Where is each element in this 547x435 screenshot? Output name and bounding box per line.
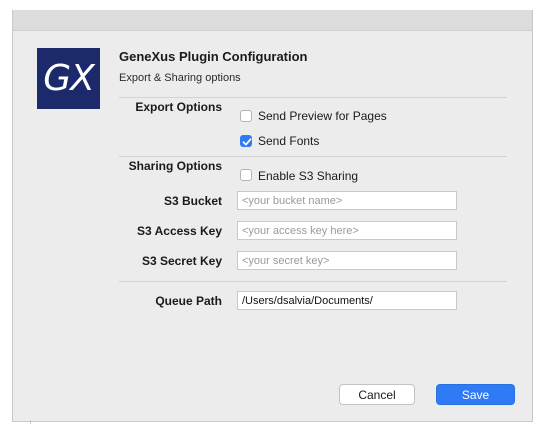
s3-secret-key-label: S3 Secret Key <box>141 254 222 268</box>
send-fonts-label[interactable]: Send Fonts <box>258 134 319 148</box>
s3-bucket-input[interactable] <box>237 191 457 210</box>
sharing-options-label: Sharing Options <box>128 159 222 173</box>
enable-s3-label[interactable]: Enable S3 Sharing <box>258 169 358 183</box>
dialog-title: GeneXus Plugin Configuration <box>119 49 308 64</box>
save-button[interactable]: Save <box>436 384 515 405</box>
genexus-logo: GX <box>37 48 100 109</box>
divider <box>119 97 507 98</box>
config-dialog: GX GeneXus Plugin Configuration Export &… <box>12 10 533 422</box>
checkmark-icon <box>242 138 252 146</box>
s3-access-key-input[interactable] <box>237 221 457 240</box>
window-edge-mark <box>30 420 31 424</box>
title-bar[interactable] <box>13 10 532 31</box>
send-preview-checkbox[interactable] <box>240 110 252 122</box>
divider <box>119 156 507 157</box>
s3-access-key-label: S3 Access Key <box>137 224 222 238</box>
queue-path-input[interactable] <box>237 291 457 310</box>
cancel-button[interactable]: Cancel <box>339 384 415 405</box>
dialog-subtitle: Export & Sharing options <box>119 72 241 84</box>
export-options-label: Export Options <box>135 100 222 114</box>
queue-path-label: Queue Path <box>155 294 222 308</box>
send-fonts-checkbox[interactable] <box>240 135 252 147</box>
enable-s3-checkbox[interactable] <box>240 169 252 181</box>
divider <box>119 281 507 282</box>
send-preview-label[interactable]: Send Preview for Pages <box>258 109 387 123</box>
s3-bucket-label: S3 Bucket <box>163 194 222 208</box>
logo-text: GX <box>43 58 95 99</box>
s3-secret-key-input[interactable] <box>237 251 457 270</box>
